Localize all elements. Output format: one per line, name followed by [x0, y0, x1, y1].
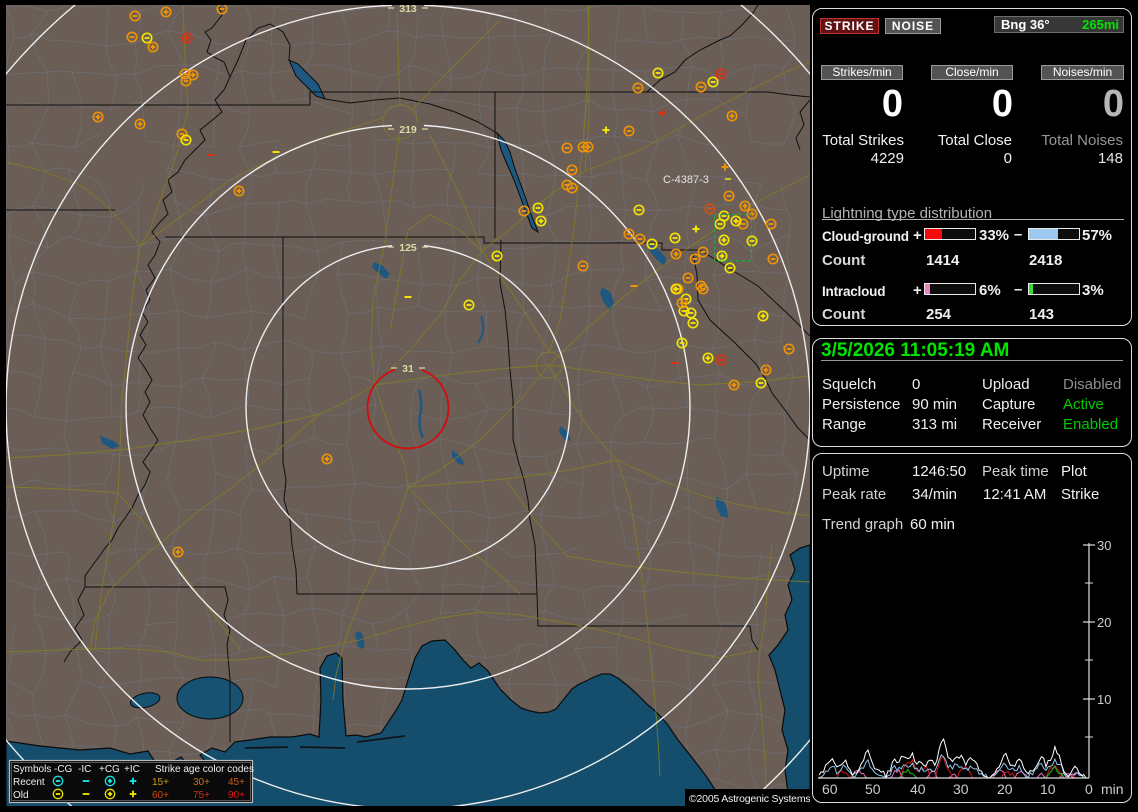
- svg-text:40: 40: [910, 781, 926, 797]
- svg-text:125: 125: [399, 242, 417, 254]
- svg-text:©2005 Astrogenic Systems: ©2005 Astrogenic Systems: [689, 793, 810, 805]
- svg-text:20: 20: [1097, 615, 1111, 630]
- svg-text:15+: 15+: [152, 777, 169, 788]
- svg-text:90+: 90+: [228, 790, 245, 801]
- svg-text:-IC: -IC: [78, 764, 91, 775]
- svg-text:+CG: +CG: [99, 764, 120, 775]
- svg-text:30+: 30+: [193, 777, 210, 788]
- svg-text:+IC: +IC: [124, 764, 140, 775]
- svg-text:75+: 75+: [193, 790, 210, 801]
- svg-text:50: 50: [865, 781, 881, 797]
- svg-text:10: 10: [1097, 692, 1111, 707]
- svg-text:313: 313: [399, 5, 417, 15]
- svg-text:Strike age color codes: Strike age color codes: [155, 764, 254, 775]
- svg-text:-CG: -CG: [54, 764, 73, 775]
- svg-text:min: min: [1101, 781, 1124, 797]
- svg-text:C-4387-3: C-4387-3: [663, 174, 709, 186]
- svg-text:45+: 45+: [228, 777, 245, 788]
- svg-text:20: 20: [997, 781, 1013, 797]
- svg-text:Symbols: Symbols: [13, 764, 51, 775]
- svg-text:10: 10: [1040, 781, 1056, 797]
- svg-text:219: 219: [399, 124, 417, 136]
- svg-text:Recent: Recent: [13, 777, 45, 788]
- svg-text:30: 30: [1097, 539, 1111, 553]
- svg-text:60+: 60+: [152, 790, 169, 801]
- svg-text:30: 30: [953, 781, 969, 797]
- svg-text:60: 60: [822, 781, 838, 797]
- svg-text:0: 0: [1085, 781, 1093, 797]
- svg-text:Old: Old: [13, 790, 29, 801]
- svg-text:31: 31: [402, 363, 414, 375]
